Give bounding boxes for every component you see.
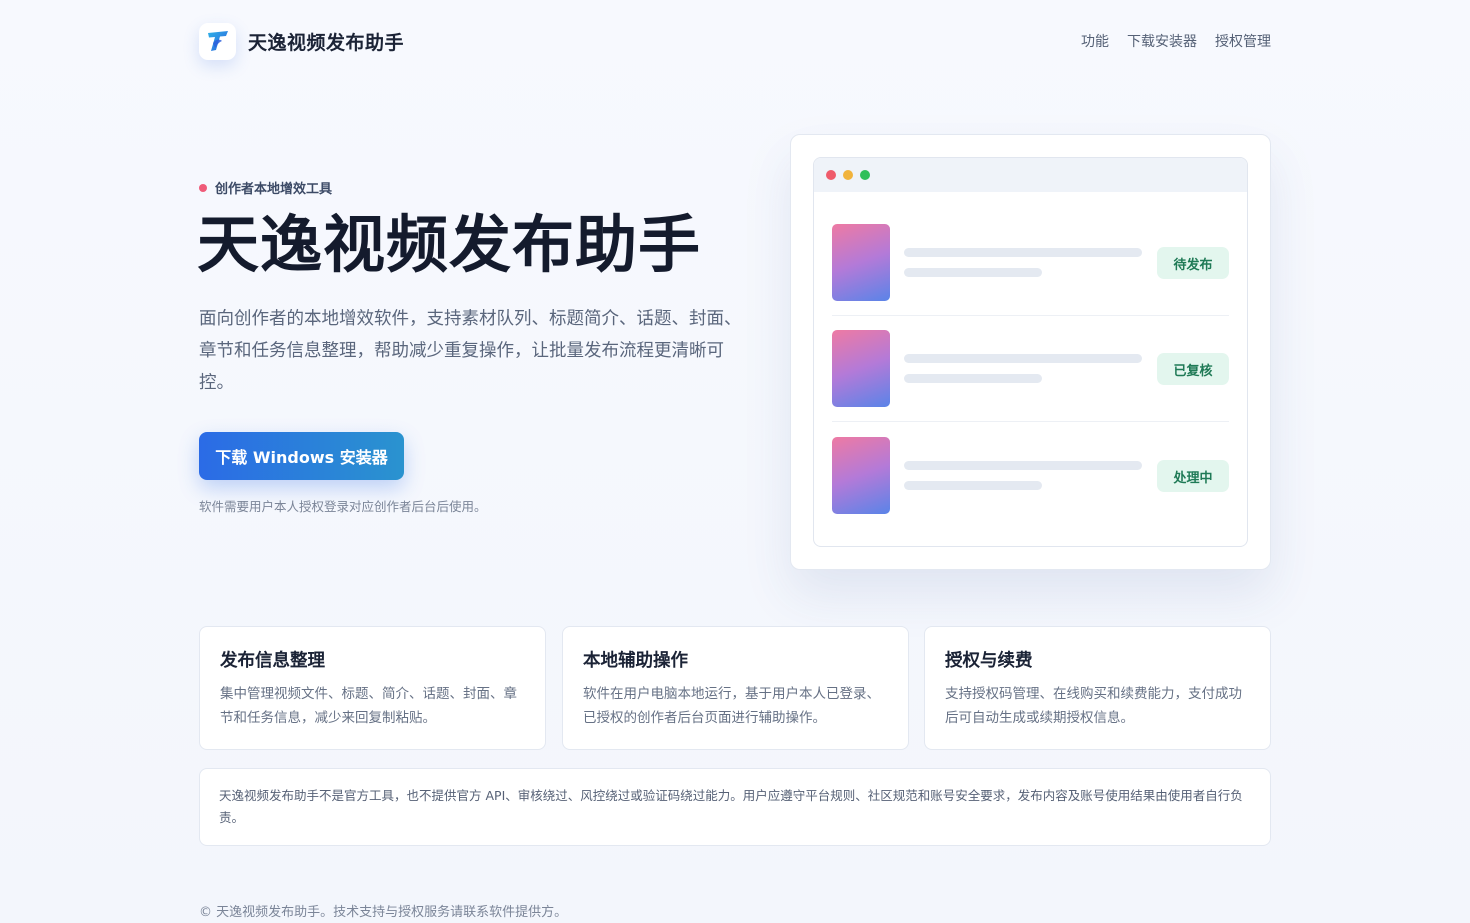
footer-copyright: © 天逸视频发布助手。技术支持与授权服务请联系软件提供方。	[199, 905, 568, 920]
placeholder-line	[904, 248, 1142, 257]
eyebrow-dot-icon	[199, 183, 207, 192]
placeholder-line	[904, 481, 1042, 490]
placeholder-line	[904, 354, 1142, 363]
queue-row: 待发布	[832, 224, 1229, 316]
feature-text: 支持授权码管理、在线购买和续费能力，支付成功后可自动生成或续期授权信息。	[945, 686, 1242, 726]
status-badge: 处理中	[1157, 460, 1229, 492]
window-maximize-dot-icon	[860, 170, 870, 180]
queue-row: 已复核	[832, 330, 1229, 422]
brand[interactable]: 天逸视频发布助手	[199, 22, 405, 60]
feature-title: 授权与续费	[945, 651, 1033, 671]
brand-name: 天逸视频发布助手	[248, 31, 405, 54]
video-thumbnail	[832, 224, 890, 301]
download-windows-installer-button[interactable]: 下载 Windows 安装器	[199, 432, 404, 480]
disclaimer-box: 天逸视频发布助手不是官方工具，也不提供官方 API、审核绕过、风控绕过或验证码绕…	[199, 768, 1271, 846]
eyebrow-text: 创作者本地增效工具	[215, 182, 333, 197]
feature-card-local-assist: 本地辅助操作 软件在用户电脑本地运行，基于用户本人已登录、已授权的创作者后台页面…	[562, 626, 909, 750]
nav-link-license[interactable]: 授权管理	[1215, 31, 1271, 51]
placeholder-line	[904, 268, 1042, 277]
feature-text: 集中管理视频文件、标题、简介、话题、封面、章节和任务信息，减少来回复制粘贴。	[220, 686, 517, 726]
feature-text: 软件在用户电脑本地运行，基于用户本人已登录、已授权的创作者后台页面进行辅助操作。	[583, 686, 880, 726]
nav-link-download[interactable]: 下载安装器	[1127, 31, 1197, 51]
feature-title: 本地辅助操作	[583, 651, 688, 671]
status-badge: 已复核	[1157, 353, 1229, 385]
app-preview-window: 待发布 已复核 处理中	[813, 157, 1248, 547]
hero-eyebrow: 创作者本地增效工具	[199, 178, 332, 197]
nav-link-features[interactable]: 功能	[1081, 31, 1109, 51]
top-nav: 功能 下载安装器 授权管理	[1081, 31, 1271, 51]
placeholder-line	[904, 461, 1142, 470]
feature-title: 发布信息整理	[220, 651, 325, 671]
feather-t-logo-icon	[199, 22, 236, 60]
window-close-dot-icon	[826, 170, 836, 180]
window-titlebar	[814, 158, 1247, 192]
cta-note: 软件需要用户本人授权登录对应创作者后台后使用。	[199, 499, 487, 514]
feature-card-license-renewal: 授权与续费 支持授权码管理、在线购买和续费能力，支付成功后可自动生成或续期授权信…	[924, 626, 1271, 750]
video-thumbnail	[832, 437, 890, 514]
site-header: 天逸视频发布助手 功能 下载安装器 授权管理	[199, 22, 1271, 60]
feature-card-publish-info: 发布信息整理 集中管理视频文件、标题、简介、话题、封面、章节和任务信息，减少来回…	[199, 626, 546, 750]
hero-title: 天逸视频发布助手	[197, 208, 702, 281]
app-preview-card: 待发布 已复核 处理中	[790, 134, 1271, 570]
queue-row: 处理中	[832, 437, 1229, 517]
hero-description: 面向创作者的本地增效软件，支持素材队列、标题简介、话题、封面、章节和任务信息整理…	[199, 309, 742, 393]
window-minimize-dot-icon	[843, 170, 853, 180]
placeholder-line	[904, 374, 1042, 383]
video-thumbnail	[832, 330, 890, 407]
status-badge: 待发布	[1157, 247, 1229, 279]
landing-page: 天逸视频发布助手 功能 下载安装器 授权管理 创作者本地增效工具 天逸视频发布助…	[0, 0, 1470, 923]
